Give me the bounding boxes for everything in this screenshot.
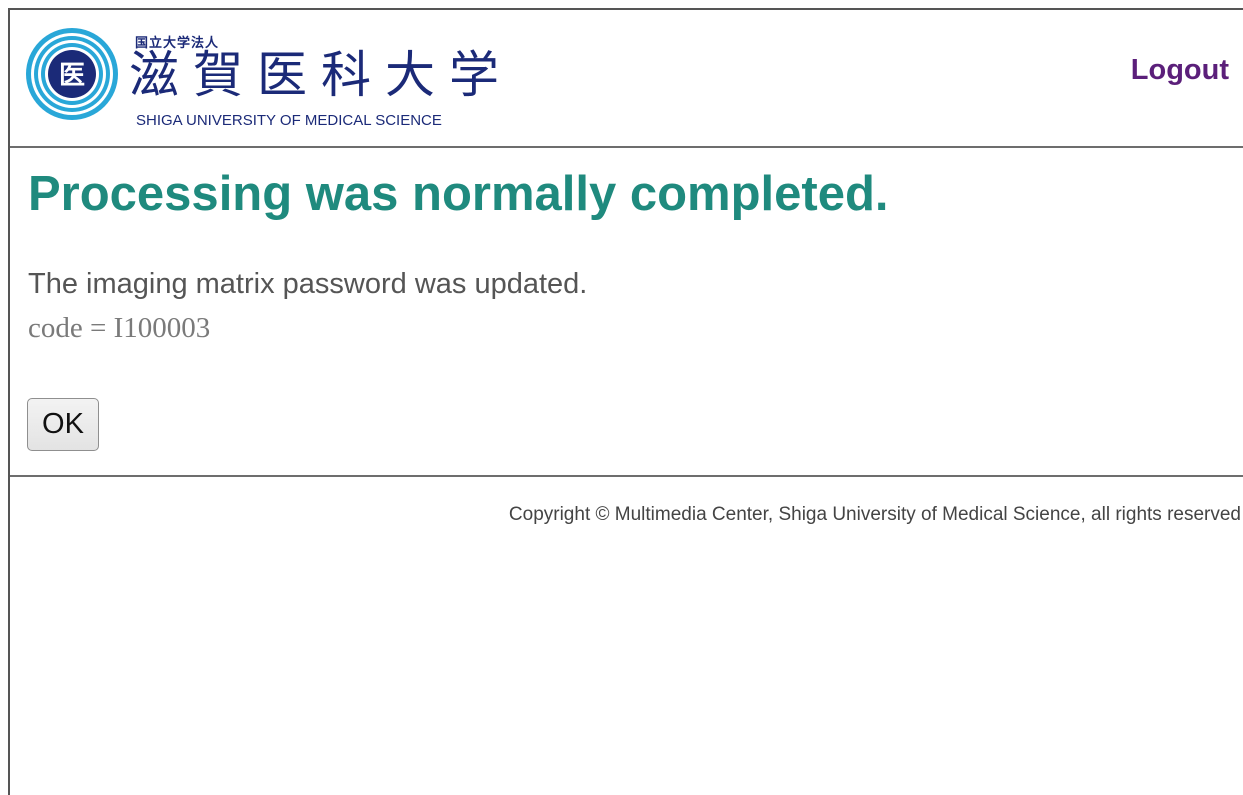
university-emblem-icon: 医	[26, 28, 118, 120]
copyright-text: Copyright © Multimedia Center, Shiga Uni…	[508, 504, 1241, 525]
university-logo: 医 国立大学法人 滋賀医科大学 SHIGA UNIVERSITY OF MEDI…	[24, 22, 499, 132]
emblem-character: 医	[59, 61, 85, 91]
result-code: code = I100003	[28, 312, 211, 344]
logout-link[interactable]: Logout	[1131, 54, 1229, 87]
logo-english-name: SHIGA UNIVERSITY OF MEDICAL SCIENCE	[136, 112, 442, 129]
page-title: Processing was normally completed.	[28, 167, 889, 221]
footer-divider	[10, 475, 1243, 477]
logo-japanese-name: 滋賀医科大学	[129, 46, 513, 104]
ok-button[interactable]: OK	[27, 398, 99, 451]
result-message: The imaging matrix password was updated.	[28, 268, 588, 300]
header: 医 国立大学法人 滋賀医科大学 SHIGA UNIVERSITY OF MEDI…	[10, 10, 1243, 148]
